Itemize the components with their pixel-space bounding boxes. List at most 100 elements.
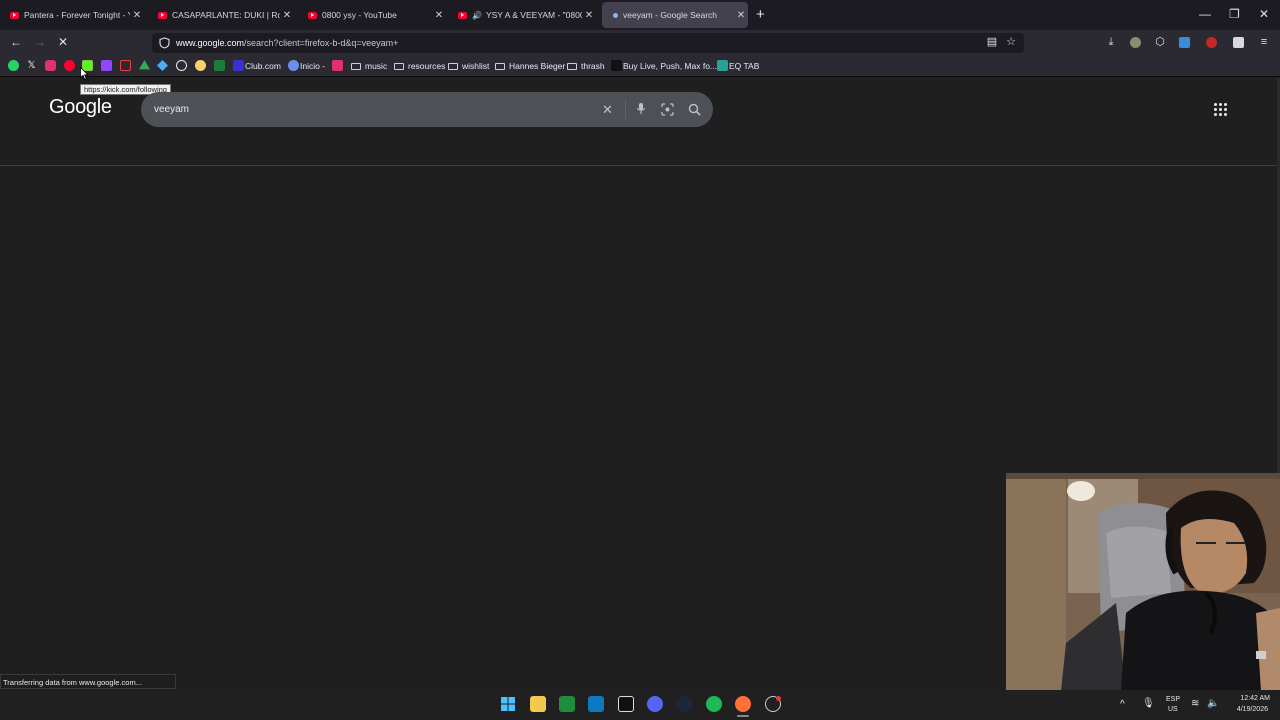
tab-strip: Pantera - Forever Tonight - You ✕ CASAPA… — [0, 0, 1280, 30]
bookmark-site-icon[interactable] — [214, 60, 225, 71]
webcam-overlay — [1006, 473, 1280, 691]
microphone-tray-icon[interactable]: 🎙 — [1142, 698, 1155, 709]
google-logo[interactable]: Google — [49, 96, 112, 119]
menu-icon[interactable]: ≡ — [1258, 36, 1270, 48]
bookmark-eq-tab[interactable]: EQ TAB — [729, 61, 759, 71]
club-icon[interactable] — [233, 60, 244, 71]
firefox-icon[interactable] — [735, 696, 751, 712]
vscode-icon[interactable] — [588, 696, 604, 712]
youtube-icon — [10, 11, 19, 19]
close-tab-icon[interactable]: ✕ — [130, 10, 144, 21]
header-divider — [0, 165, 1280, 166]
account-avatar[interactable] — [1130, 37, 1141, 48]
close-window-button[interactable]: ✕ — [1259, 7, 1269, 21]
clock-date[interactable]: 4/19/2026 — [1230, 706, 1268, 713]
inicio-icon[interactable] — [288, 60, 299, 71]
tab-title: YSY A & VEEYAM - "0800" — [485, 10, 582, 20]
tab-casaparlante[interactable]: CASAPARLANTE: DUKI | Rocksta ✕ — [150, 2, 294, 28]
taskbar — [0, 690, 1280, 720]
google-search-box[interactable] — [141, 92, 713, 127]
bookmark-folder-music[interactable]: music — [351, 61, 387, 71]
youtube-bookmark-icon[interactable] — [64, 60, 75, 71]
bookmark-site-icon[interactable] — [195, 60, 206, 71]
back-button[interactable]: ← — [10, 35, 22, 49]
tab-title: veeyam - Google Search — [623, 10, 718, 20]
bookmark-label: Hannes Bieger — [509, 61, 566, 71]
search-input[interactable]: veeyam — [154, 104, 189, 115]
wifi-icon[interactable]: ≋ — [1191, 698, 1199, 709]
stop-loading-button[interactable]: ✕ — [58, 35, 68, 49]
bookmark-ableton[interactable]: Buy Live, Push, Max fo... — [623, 61, 717, 71]
lens-icon[interactable] — [661, 103, 674, 116]
minimize-button[interactable]: — — [1199, 7, 1211, 21]
close-tab-icon[interactable]: ✕ — [432, 10, 446, 21]
tab-ysy-veeyam[interactable]: 🔊 YSY A & VEEYAM - "0800" ✕ — [450, 2, 596, 28]
bookmark-folder-thrash[interactable]: thrash — [567, 61, 605, 71]
google-apps-icon[interactable] — [1214, 103, 1228, 117]
extension-blue-icon[interactable] — [1179, 37, 1190, 48]
language-bottom[interactable]: US — [1168, 706, 1178, 713]
tray-chevron-icon[interactable]: ^ — [1120, 699, 1125, 710]
steam-icon[interactable] — [676, 696, 692, 712]
spotify-icon[interactable] — [706, 696, 722, 712]
bookmark-folder-wishlist[interactable]: wishlist — [448, 61, 489, 71]
windows-start-icon[interactable] — [500, 696, 516, 712]
url-host: www.google.com — [176, 38, 245, 48]
ublock-icon[interactable] — [1206, 37, 1217, 48]
tab-title: CASAPARLANTE: DUKI | Rocksta — [172, 10, 280, 20]
speaker-icon[interactable]: 🔊 — [472, 11, 482, 20]
gmail-icon[interactable] — [120, 60, 131, 71]
file-explorer-icon[interactable] — [530, 696, 546, 712]
bookmark-inicio[interactable]: Inicio - — [300, 61, 325, 71]
status-bar: Transferring data from www.google.com... — [0, 674, 176, 689]
shield-icon[interactable] — [159, 37, 170, 49]
close-tab-icon[interactable]: ✕ — [280, 10, 294, 21]
url-path: /search?client=firefox-b-d&q=veeyam+ — [244, 38, 399, 48]
instagram-icon[interactable] — [45, 60, 56, 71]
volume-icon[interactable]: 🔈 — [1207, 698, 1219, 709]
folder-icon — [448, 63, 458, 70]
clock-time[interactable]: 12:42 AM — [1230, 695, 1270, 702]
close-tab-icon[interactable]: ✕ — [734, 10, 748, 21]
tab-pantera[interactable]: Pantera - Forever Tonight - You ✕ — [2, 2, 144, 28]
new-tab-button[interactable]: + — [756, 7, 765, 22]
search-divider — [625, 99, 626, 119]
extension-shield-icon[interactable] — [1233, 37, 1244, 48]
bookmark-star-icon[interactable]: ☆ — [1005, 36, 1017, 48]
webcam-image — [1006, 473, 1280, 691]
bookmark-folder-hannes[interactable]: Hannes Bieger — [495, 61, 565, 71]
tab-veeyam-search[interactable]: veeyam - Google Search ✕ — [602, 2, 748, 28]
microphone-icon[interactable] — [636, 102, 646, 116]
language-top[interactable]: ESP — [1166, 696, 1180, 703]
downloads-icon[interactable]: ⤓ — [1105, 36, 1117, 48]
bookmark-label: resources — [408, 61, 446, 71]
bookmark-label: wishlist — [462, 61, 490, 71]
discord-icon[interactable] — [647, 696, 663, 712]
ableton-icon[interactable] — [611, 60, 622, 71]
twitch-icon[interactable] — [101, 60, 112, 71]
google-icon[interactable] — [176, 60, 187, 71]
tab-title: Pantera - Forever Tonight - You — [24, 10, 130, 20]
bookmark-site-icon[interactable] — [332, 60, 343, 71]
reader-view-icon[interactable]: ▤ — [986, 36, 998, 48]
folder-icon — [351, 63, 361, 70]
bookmark-club[interactable]: Club.com — [245, 61, 281, 71]
whatsapp-icon[interactable] — [8, 60, 19, 71]
x-icon[interactable]: 𝕏 — [26, 60, 37, 71]
url-text[interactable]: www.google.com/search?client=firefox-b-d… — [176, 38, 398, 48]
app-green-icon[interactable] — [559, 696, 575, 712]
folder-icon — [495, 63, 505, 70]
search-icon[interactable] — [688, 103, 701, 116]
app-dark-icon[interactable] — [618, 696, 634, 712]
clear-search-icon[interactable]: ✕ — [602, 102, 613, 118]
forward-button[interactable]: → — [34, 35, 46, 49]
active-app-indicator — [737, 715, 749, 717]
youtube-icon — [458, 11, 467, 19]
restore-button[interactable]: ❐ — [1229, 7, 1240, 21]
eq-tab-icon[interactable] — [717, 60, 728, 71]
extensions-icon[interactable]: ⬡ — [1154, 36, 1166, 48]
close-tab-icon[interactable]: ✕ — [582, 10, 596, 21]
bookmark-folder-resources[interactable]: resources — [394, 61, 445, 71]
tab-0800-ysy[interactable]: 0800 ysy - YouTube ✕ — [300, 2, 446, 28]
folder-icon — [394, 63, 404, 70]
